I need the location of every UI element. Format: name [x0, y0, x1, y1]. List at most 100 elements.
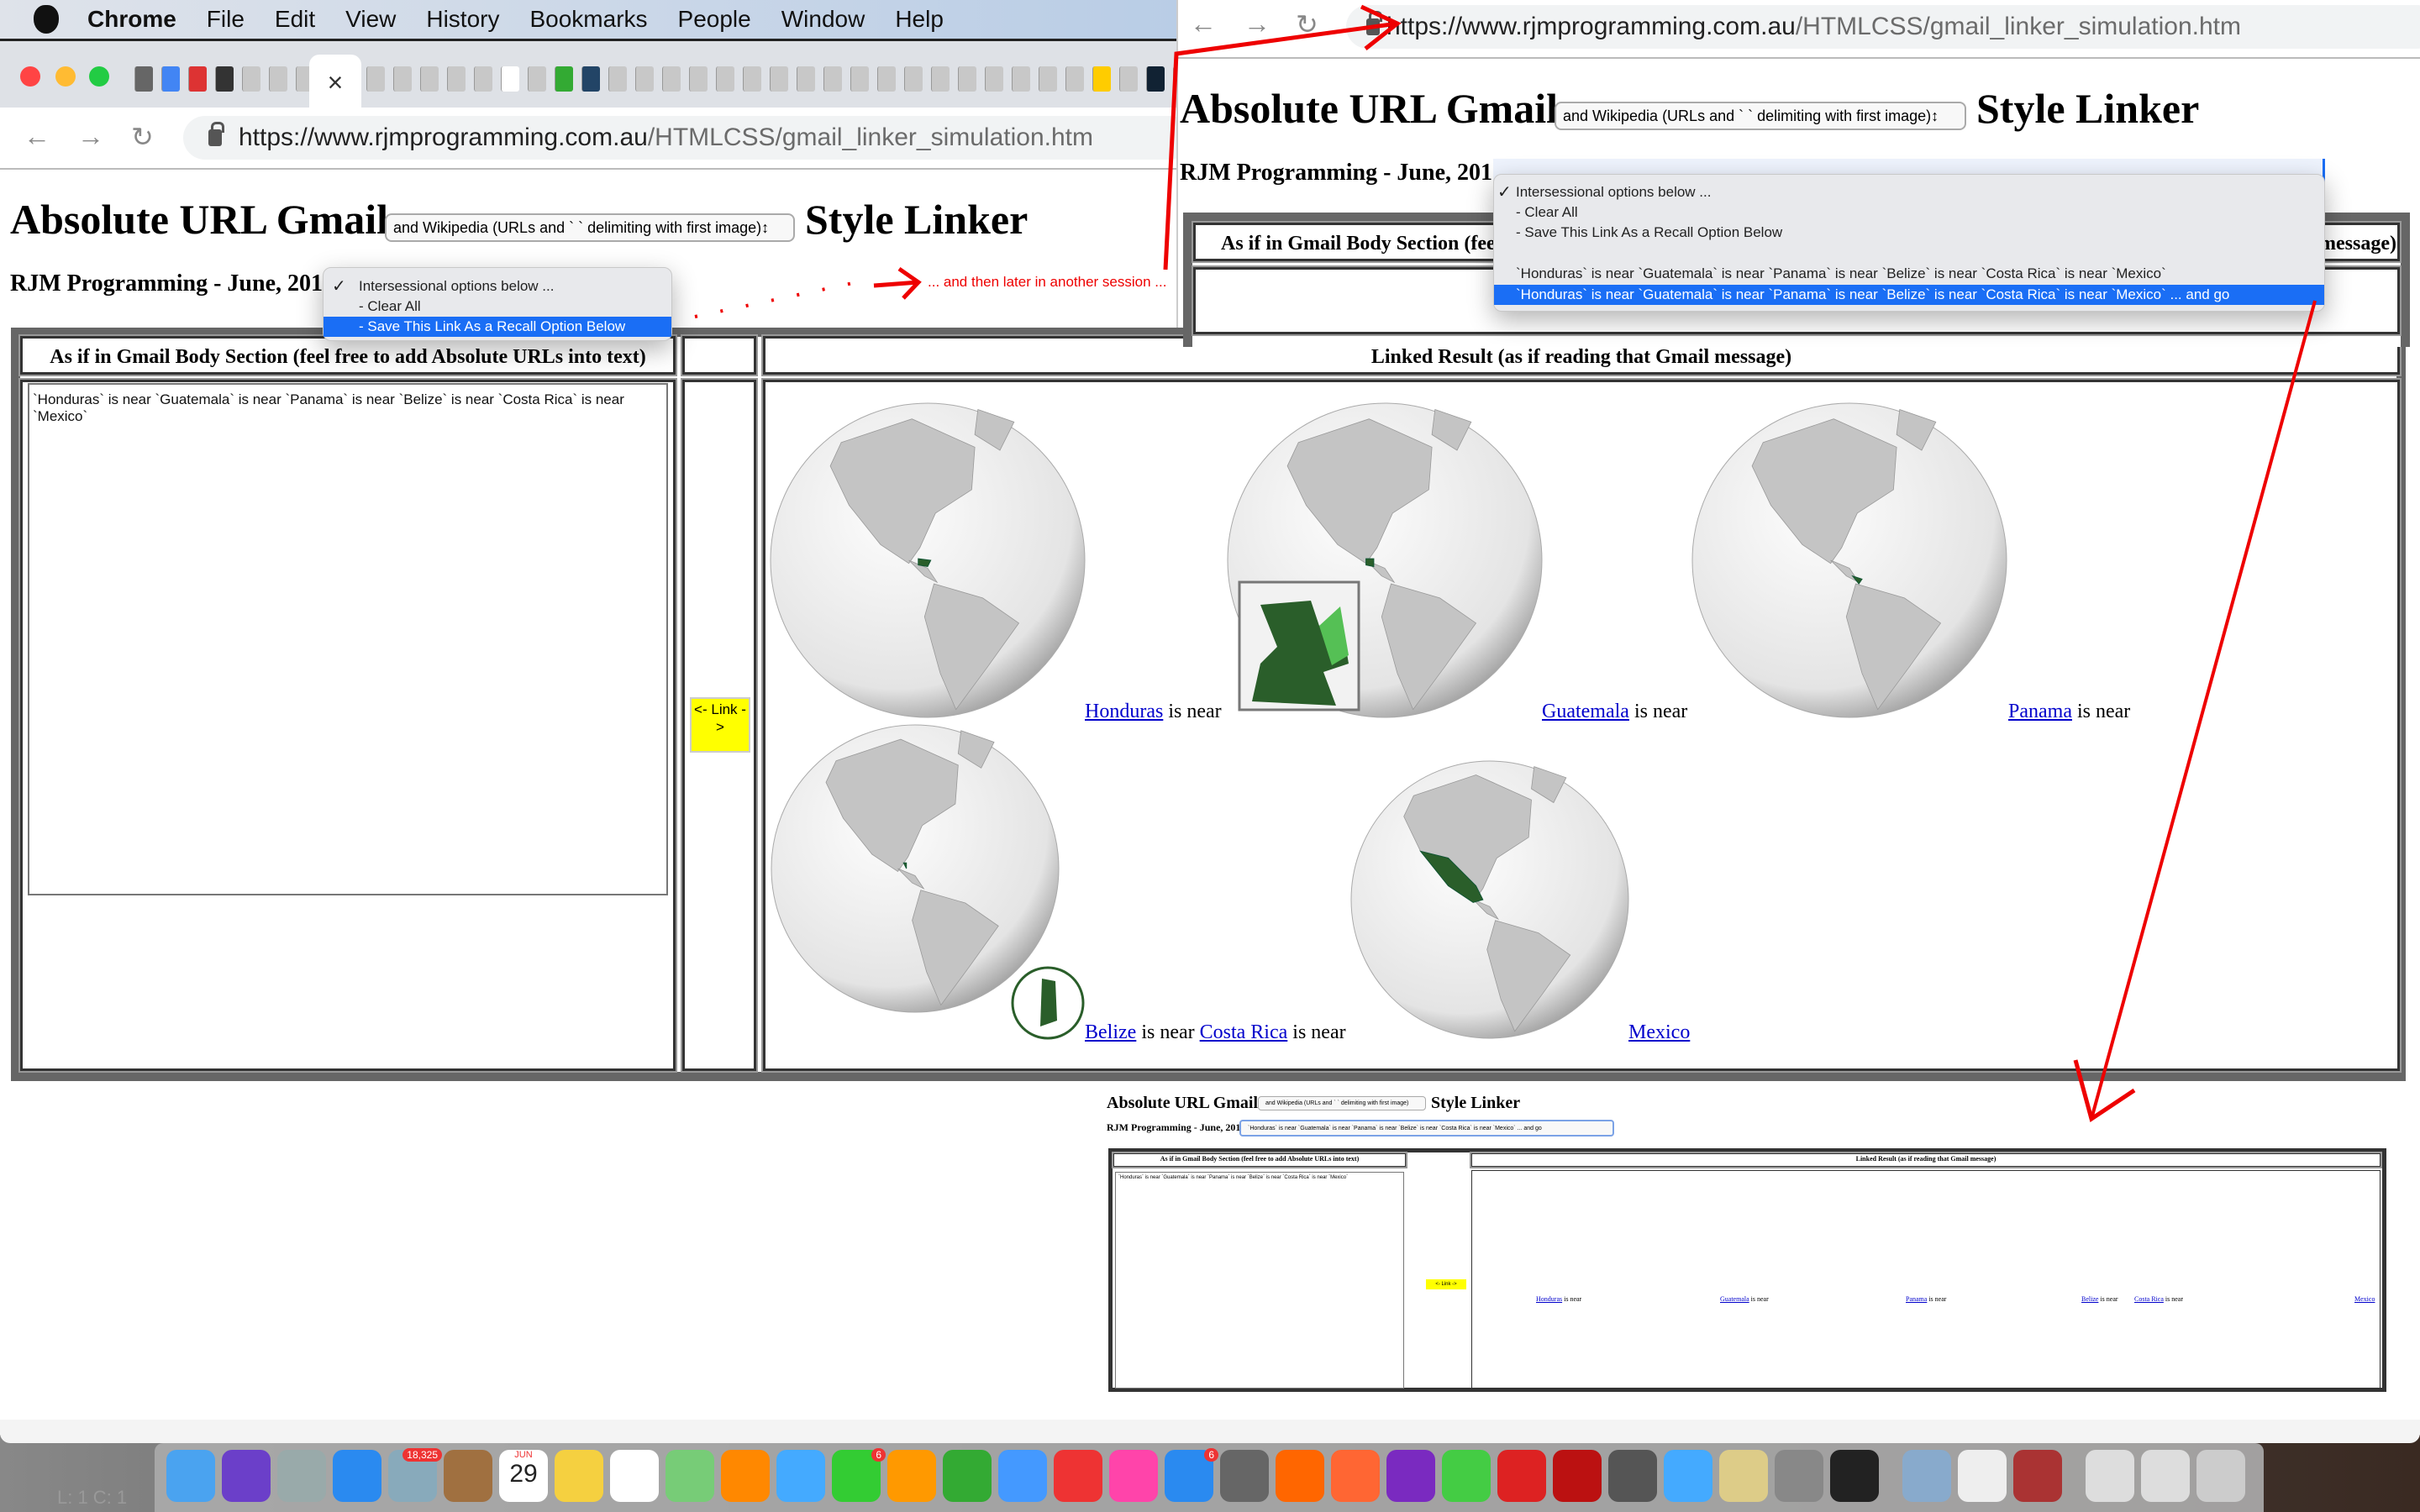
- mini-recall-select[interactable]: `Honduras` is near `Guatemala` is near `…: [1239, 1120, 1614, 1137]
- result-text: is near: [1136, 1021, 1200, 1043]
- option-save-link[interactable]: - Save This Link As a Recall Option Belo…: [324, 317, 671, 337]
- result-text: is near: [1628, 701, 1688, 722]
- status-text: L: 1 C: 1: [57, 1487, 128, 1508]
- notification-badge: 6: [871, 1448, 886, 1462]
- reload-icon[interactable]: ↻: [1296, 8, 1318, 40]
- mini-link[interactable]: Belize: [2081, 1295, 2098, 1303]
- screen-icon[interactable]: [2141, 1450, 2190, 1502]
- option-intersessional[interactable]: ✓ Intersessional options below ...: [1494, 182, 2324, 202]
- option-clear-all[interactable]: - Clear All: [1494, 202, 2324, 223]
- system-preferences-icon[interactable]: [1220, 1450, 1269, 1502]
- notes-brown-icon[interactable]: [444, 1450, 492, 1502]
- link-mexico[interactable]: Mexico: [1628, 1021, 1690, 1043]
- link-panama[interactable]: Panama: [2008, 701, 2072, 722]
- mini-title-left: Absolute URL Gmail: [1107, 1094, 1259, 1112]
- stickies-icon[interactable]: [555, 1450, 603, 1502]
- mini-result-4: Costa Rica is near: [2134, 1295, 2183, 1303]
- mode-select-value: and Wikipedia (URLs and ` ` delimiting w…: [1563, 107, 1932, 124]
- checkmark-icon: ✓: [332, 277, 346, 296]
- option-recall[interactable]: `Honduras` is near `Guatemala` is near `…: [1494, 264, 2324, 284]
- news-icon[interactable]: [1054, 1450, 1102, 1502]
- wireshark-icon[interactable]: [1664, 1450, 1712, 1502]
- reminders-icon[interactable]: [610, 1450, 659, 1502]
- mini-result-text: is near: [1927, 1295, 1947, 1303]
- mini-result-2: Panama is near: [1906, 1295, 1946, 1303]
- terminal-icon[interactable]: [1830, 1450, 1879, 1502]
- link-belize[interactable]: Belize: [1085, 1021, 1136, 1043]
- chrome-icon[interactable]: [1442, 1450, 1491, 1502]
- option-label: Intersessional options below ...: [359, 278, 555, 294]
- mode-select[interactable]: and Wikipedia (URLs and ` ` delimiting w…: [1555, 102, 1966, 130]
- intersessional-dropdown: ✓ Intersessional options below ... - Clea…: [323, 267, 672, 341]
- mini-link[interactable]: Honduras: [1536, 1295, 1562, 1303]
- url-host: https://www.rjmprogramming.com.au: [1386, 13, 1796, 40]
- result-mexico: Mexico: [1628, 1021, 1690, 1044]
- music-icon[interactable]: [1109, 1450, 1158, 1502]
- brush-icon[interactable]: [1719, 1450, 1768, 1502]
- avast-icon[interactable]: [1276, 1450, 1324, 1502]
- mini-link[interactable]: Mexico: [2354, 1295, 2375, 1303]
- notification-badge: 18,325: [402, 1448, 442, 1462]
- result-page-thumbnail: Absolute URL Gmail and Wikipedia (URLs a…: [1107, 1088, 2386, 1399]
- result-guatemala: Guatemala is near: [1542, 701, 1687, 723]
- phpstorm-icon[interactable]: [1386, 1450, 1435, 1502]
- url-path: /HTMLCSS/gmail_linker_simulation.htm: [1795, 13, 2241, 40]
- sequel-icon[interactable]: [1608, 1450, 1657, 1502]
- maps-icon[interactable]: [666, 1450, 714, 1502]
- mini-link[interactable]: Costa Rica: [2134, 1295, 2164, 1303]
- trash-icon[interactable]: [2196, 1450, 2245, 1502]
- mini-result-text: is near: [1562, 1295, 1582, 1303]
- opera-icon[interactable]: [1497, 1450, 1546, 1502]
- result-panama: Panama is near: [2008, 701, 2130, 723]
- option-recall-and-go[interactable]: `Honduras` is near `Guatemala` is near `…: [1494, 285, 2324, 305]
- option-save-link[interactable]: - Save This Link As a Recall Option Belo…: [1494, 223, 2324, 243]
- app-store-icon[interactable]: 6: [1165, 1448, 1218, 1502]
- link-honduras[interactable]: Honduras: [1085, 701, 1163, 722]
- option-label: Intersessional options below ...: [1516, 184, 1712, 200]
- back-icon[interactable]: ←: [1190, 8, 1217, 39]
- option-label: `Honduras` is near `Guatemala` is near `…: [1516, 265, 2166, 281]
- calendar-month: JUN: [514, 1450, 533, 1460]
- annotation-text: ... and then later in another session ..…: [928, 274, 1167, 290]
- mini-result-1: Guatemala is near: [1720, 1295, 1769, 1303]
- html-doc-icon[interactable]: [2086, 1450, 2134, 1502]
- page-title-left: Absolute URL Gmail: [1180, 85, 1559, 132]
- keynote-icon[interactable]: [998, 1450, 1047, 1502]
- result-belize-costa-rica: Belize is near Costa Rica is near: [1085, 1021, 1346, 1044]
- mini-result-text: is near: [2163, 1295, 2183, 1303]
- option-label: - Clear All: [359, 298, 421, 314]
- filezilla-icon[interactable]: [1553, 1450, 1602, 1502]
- link-guatemala[interactable]: Guatemala: [1542, 701, 1629, 722]
- pages-icon[interactable]: [887, 1450, 936, 1502]
- option-label: `Honduras` is near `Guatemala` is near `…: [1516, 286, 2230, 302]
- firefox-icon[interactable]: [1331, 1450, 1380, 1502]
- photo-booth-icon[interactable]: [2013, 1450, 2062, 1502]
- mini-link[interactable]: Panama: [1906, 1295, 1927, 1303]
- mail-icon[interactable]: 18,325: [388, 1448, 442, 1502]
- siri-icon[interactable]: [222, 1450, 271, 1502]
- gimp-icon[interactable]: [1775, 1450, 1823, 1502]
- finder-icon[interactable]: [166, 1450, 215, 1502]
- forward-icon[interactable]: →: [1244, 8, 1270, 39]
- option-intersessional[interactable]: ✓ Intersessional options below ...: [324, 276, 671, 297]
- address-bar-2[interactable]: https://www.rjmprogramming.com.au/HTMLCS…: [1346, 5, 2420, 49]
- preview-icon[interactable]: [1902, 1450, 1951, 1502]
- calendar-icon[interactable]: JUN 29: [499, 1450, 548, 1502]
- link-costa-rica[interactable]: Costa Rica: [1200, 1021, 1288, 1043]
- facetime-icon[interactable]: 6: [832, 1448, 886, 1502]
- numbers-icon[interactable]: [943, 1450, 992, 1502]
- launchpad-icon[interactable]: [277, 1450, 326, 1502]
- page-title-right: Style Linker: [1976, 85, 2200, 132]
- option-clear-all[interactable]: - Clear All: [324, 297, 671, 317]
- address-toolbar-2: ← → ↻ https://www.rjmprogramming.com.au /…: [1178, 0, 2420, 59]
- option-label: - Save This Link As a Recall Option Belo…: [1516, 224, 1783, 240]
- mini-link[interactable]: Guatemala: [1720, 1295, 1749, 1303]
- photos-icon[interactable]: [721, 1450, 770, 1502]
- safari-icon[interactable]: [333, 1450, 381, 1502]
- mini-mode-select[interactable]: and Wikipedia (URLs and ` ` delimiting w…: [1258, 1096, 1426, 1110]
- mini-result-cell: [1471, 1170, 2381, 1390]
- option-label: - Save This Link As a Recall Option Belo…: [359, 318, 626, 334]
- textedit-icon[interactable]: [1958, 1450, 2007, 1502]
- second-browser-window: ← → ↻ https://www.rjmprogramming.com.au /…: [1176, 0, 2420, 347]
- messages-icon[interactable]: [776, 1450, 825, 1502]
